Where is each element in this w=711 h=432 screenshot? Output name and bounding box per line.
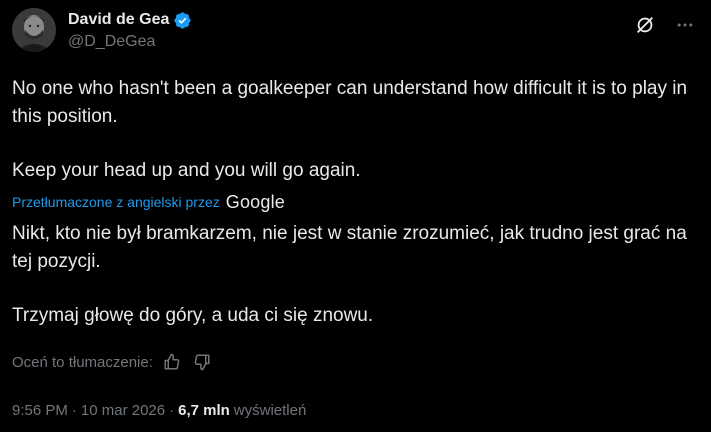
thumbs-down-icon[interactable] <box>191 351 213 373</box>
thumbs-up-icon[interactable] <box>161 351 183 373</box>
google-logo: Google <box>225 191 286 212</box>
translated-by: Przetłumaczone z angielski przez Google <box>12 191 285 213</box>
translated-paragraph: Nikt, kto nie był bramkarzem, nie jest w… <box>12 223 693 272</box>
verified-badge-icon[interactable] <box>173 11 192 30</box>
tweet-header: David de Gea @D_DeGea <box>12 8 700 56</box>
display-name[interactable]: David de Gea <box>68 11 169 29</box>
more-icon[interactable] <box>670 10 700 40</box>
tweet-paragraph: Keep your head up and you will go again. <box>12 160 361 181</box>
avatar-image <box>12 8 56 52</box>
rate-translation-label: Oceń to tłumaczenie: <box>12 353 153 371</box>
tweet-meta: 9:56 PM · 10 mar 2026 · 6,7 mln wyświetl… <box>12 399 306 421</box>
translated-by-link[interactable]: Przetłumaczone z angielski przez <box>12 194 220 210</box>
meta-separator: · <box>169 401 175 419</box>
tweet-date[interactable]: 10 mar 2026 <box>81 402 165 419</box>
rate-translation: Oceń to tłumaczenie: <box>12 350 213 374</box>
user-block: David de Gea @D_DeGea <box>68 9 192 51</box>
grok-icon[interactable] <box>630 10 660 40</box>
avatar[interactable] <box>12 8 56 52</box>
views-label: wyświetleń <box>233 401 307 419</box>
tweet-time[interactable]: 9:56 PM <box>12 402 68 419</box>
translated-paragraph: Trzymaj głowę do góry, a uda ci się znow… <box>12 305 374 326</box>
display-name-row: David de Gea <box>68 9 192 31</box>
meta-separator: · <box>71 401 77 419</box>
header-actions <box>630 10 700 40</box>
tweet-translated-text: Nikt, kto nie był bramkarzem, nie jest w… <box>12 220 702 330</box>
views-count[interactable]: 6,7 mln <box>178 402 230 419</box>
user-handle[interactable]: @D_DeGea <box>68 33 192 51</box>
tweet-original-text: No one who hasn't been a goalkeeper can … <box>12 75 692 185</box>
tweet-paragraph: No one who hasn't been a goalkeeper can … <box>12 78 693 127</box>
